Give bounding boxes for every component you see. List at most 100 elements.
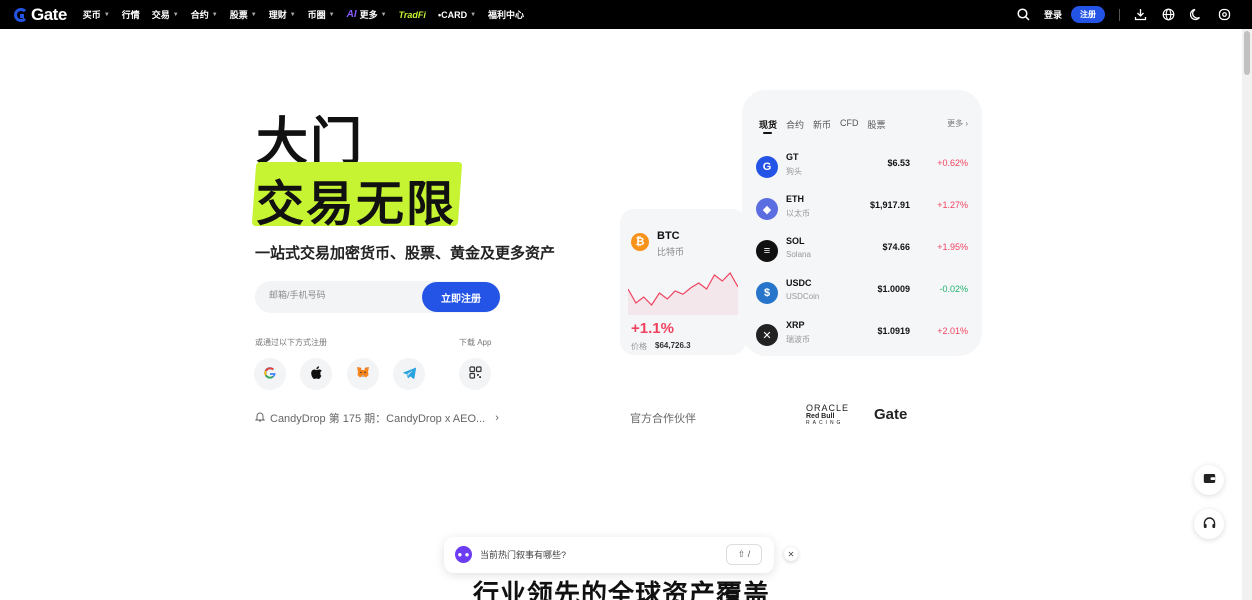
- close-icon[interactable]: ✕: [784, 547, 798, 561]
- globe-icon[interactable]: [1160, 7, 1176, 23]
- oracle-redbull-logo[interactable]: ORACLE Red Bull RACING: [806, 403, 862, 426]
- market-tab[interactable]: CFD: [840, 118, 859, 131]
- login-link[interactable]: 登录: [1044, 8, 1062, 21]
- nav-actions: 登录 注册: [1004, 0, 1232, 29]
- hero-tagline: 一站式交易加密货币、股票、黄金及更多资产: [255, 245, 556, 262]
- moon-icon[interactable]: [1188, 7, 1204, 23]
- support-float-button[interactable]: [1194, 509, 1224, 539]
- nav-item[interactable]: 合约 ▼: [191, 8, 218, 21]
- market-more-link[interactable]: 更多 ›: [947, 118, 968, 129]
- nav-item-label: 合约: [190, 10, 209, 20]
- partner-logo-line: Red Bull: [806, 413, 835, 420]
- coin-symbol: GT: [786, 152, 799, 162]
- coin-change: -0.02%: [939, 284, 968, 294]
- btc-price-label: 价格: [631, 342, 647, 351]
- nav-item[interactable]: 股票 ▼: [230, 8, 257, 21]
- apple-icon: [310, 365, 323, 383]
- nav-item-ai-more[interactable]: AI 更多 ▼: [347, 8, 387, 21]
- ai-assistant-bar[interactable]: ● ● 当前热门叙事有哪些? ⇧ /: [444, 537, 774, 573]
- nav-item-tradfi[interactable]: TradFi: [399, 10, 426, 20]
- chevron-down-icon: ▼: [289, 11, 296, 18]
- nav-item[interactable]: 行情: [122, 8, 140, 21]
- coin-symbol: ETH: [786, 194, 804, 204]
- ai-prompt-text: 当前热门叙事有哪些?: [480, 550, 567, 560]
- announcement-text: CandyDrop 第 175 期：CandyDrop x AEO...: [270, 413, 486, 425]
- metamask-fox-icon: [356, 366, 370, 382]
- nav-item-label: 股票: [229, 10, 248, 20]
- nav-item[interactable]: 理财 ▼: [269, 8, 296, 21]
- coin-name: 瑞波币: [786, 335, 810, 344]
- wallet-float-button[interactable]: [1194, 465, 1224, 495]
- ai-bot-icon: ● ●: [455, 546, 472, 563]
- nav-item-label: •CARD: [437, 9, 468, 20]
- signup-button[interactable]: 注册: [1071, 6, 1105, 23]
- coin-symbol: USDC: [786, 278, 812, 288]
- market-row[interactable]: ◆ ETH 以太币 $1,917.91 +1.27%: [742, 188, 982, 230]
- market-row[interactable]: ≡ SOL Solana $74.66 +1.95%: [742, 230, 982, 272]
- download-app-label: 下载 App: [459, 338, 492, 347]
- social-register-label: 或通过以下方式注册: [255, 338, 327, 347]
- ai-shortcut-hint: ⇧ /: [726, 544, 762, 565]
- nav-item-label: 买币: [82, 10, 101, 20]
- coin-name: 狗头: [786, 167, 802, 176]
- gate-logo[interactable]: Gate: [14, 5, 67, 25]
- chevron-right-icon: ›: [495, 412, 499, 424]
- partner-gate-text: Gate: [874, 406, 908, 423]
- download-icon[interactable]: [1132, 7, 1148, 23]
- download-app-qr-button[interactable]: [459, 358, 491, 390]
- market-row[interactable]: ✕ XRP 瑞波币 $1.0919 +2.01%: [742, 314, 982, 356]
- market-tab[interactable]: 股票: [868, 118, 886, 131]
- coin-price: $1.0919: [877, 326, 910, 336]
- register-button[interactable]: 立即注册: [422, 282, 500, 312]
- coin-change: +1.95%: [937, 242, 968, 252]
- nav-item[interactable]: 币圈 ▼: [308, 8, 335, 21]
- nav-item-label: 币圈: [307, 10, 326, 20]
- bell-icon: [254, 411, 266, 425]
- market-row[interactable]: $ USDC USDCoin $1.0009 -0.02%: [742, 272, 982, 314]
- google-login-button[interactable]: [254, 358, 286, 390]
- nav-item-label: 更多: [359, 10, 378, 20]
- market-tab[interactable]: 合约: [786, 118, 804, 131]
- market-row[interactable]: G GT 狗头 $6.53 +0.62%: [742, 146, 982, 188]
- market-tab[interactable]: 新币: [813, 118, 831, 131]
- nav-item-card[interactable]: •CARD ▼: [438, 10, 476, 20]
- partner-logo-line: ORACLE: [806, 403, 850, 413]
- chevron-down-icon: ▼: [470, 11, 477, 18]
- nav-item[interactable]: 买币 ▼: [83, 8, 110, 21]
- market-list-card: 现货 合约 新币 CFD 股票 更多 › G GT 狗头 $6.53 +0.62% ◆ ETH 以太币…: [742, 90, 982, 356]
- scrollbar-thumb[interactable]: [1244, 31, 1250, 75]
- nav-divider: [1119, 8, 1120, 21]
- coin-name: USDCoin: [786, 292, 820, 301]
- ai-icon: AI: [346, 9, 357, 20]
- partner-label: 官方合作伙伴: [630, 413, 696, 425]
- section-heading: 行业领先的全球资产覆盖: [473, 579, 771, 600]
- gate-logo-text: Gate: [31, 4, 67, 24]
- coin-icon: $: [756, 282, 778, 304]
- coin-price: $1.0009: [877, 284, 910, 294]
- market-tabs: 现货 合约 新币 CFD 股票: [759, 118, 895, 134]
- announcement-link[interactable]: CandyDrop 第 175 期：CandyDrop x AEO... ›: [254, 410, 499, 426]
- coin-icon: ≡: [756, 240, 778, 262]
- chevron-down-icon: ▼: [103, 11, 110, 18]
- headphones-icon: [1203, 516, 1216, 532]
- coin-name: 以太币: [786, 209, 810, 218]
- apple-login-button[interactable]: [300, 358, 332, 390]
- telegram-login-button[interactable]: [393, 358, 425, 390]
- btc-change: +1.1%: [631, 320, 674, 337]
- settings-icon[interactable]: [1216, 7, 1232, 23]
- nav-item-rewards[interactable]: 福利中心: [488, 8, 524, 21]
- search-icon[interactable]: [1016, 7, 1032, 23]
- wallet-icon: [1203, 473, 1216, 487]
- metamask-login-button[interactable]: [347, 358, 379, 390]
- partner-gate-logo[interactable]: Gate: [874, 406, 907, 423]
- coin-name: Solana: [786, 250, 811, 259]
- nav-item[interactable]: 交易 ▼: [152, 8, 179, 21]
- coin-price: $6.53: [887, 158, 910, 168]
- market-tab[interactable]: 现货: [759, 118, 777, 134]
- hero-subtitle: 交易无限: [256, 178, 457, 231]
- google-icon: [263, 366, 277, 383]
- email-input[interactable]: [269, 290, 409, 300]
- scrollbar-track[interactable]: [1242, 29, 1252, 600]
- coin-price: $74.66: [882, 242, 910, 252]
- btc-highlight-card[interactable]: ₿ BTC 比特币 +1.1% 价格 $64,726.3: [620, 209, 746, 355]
